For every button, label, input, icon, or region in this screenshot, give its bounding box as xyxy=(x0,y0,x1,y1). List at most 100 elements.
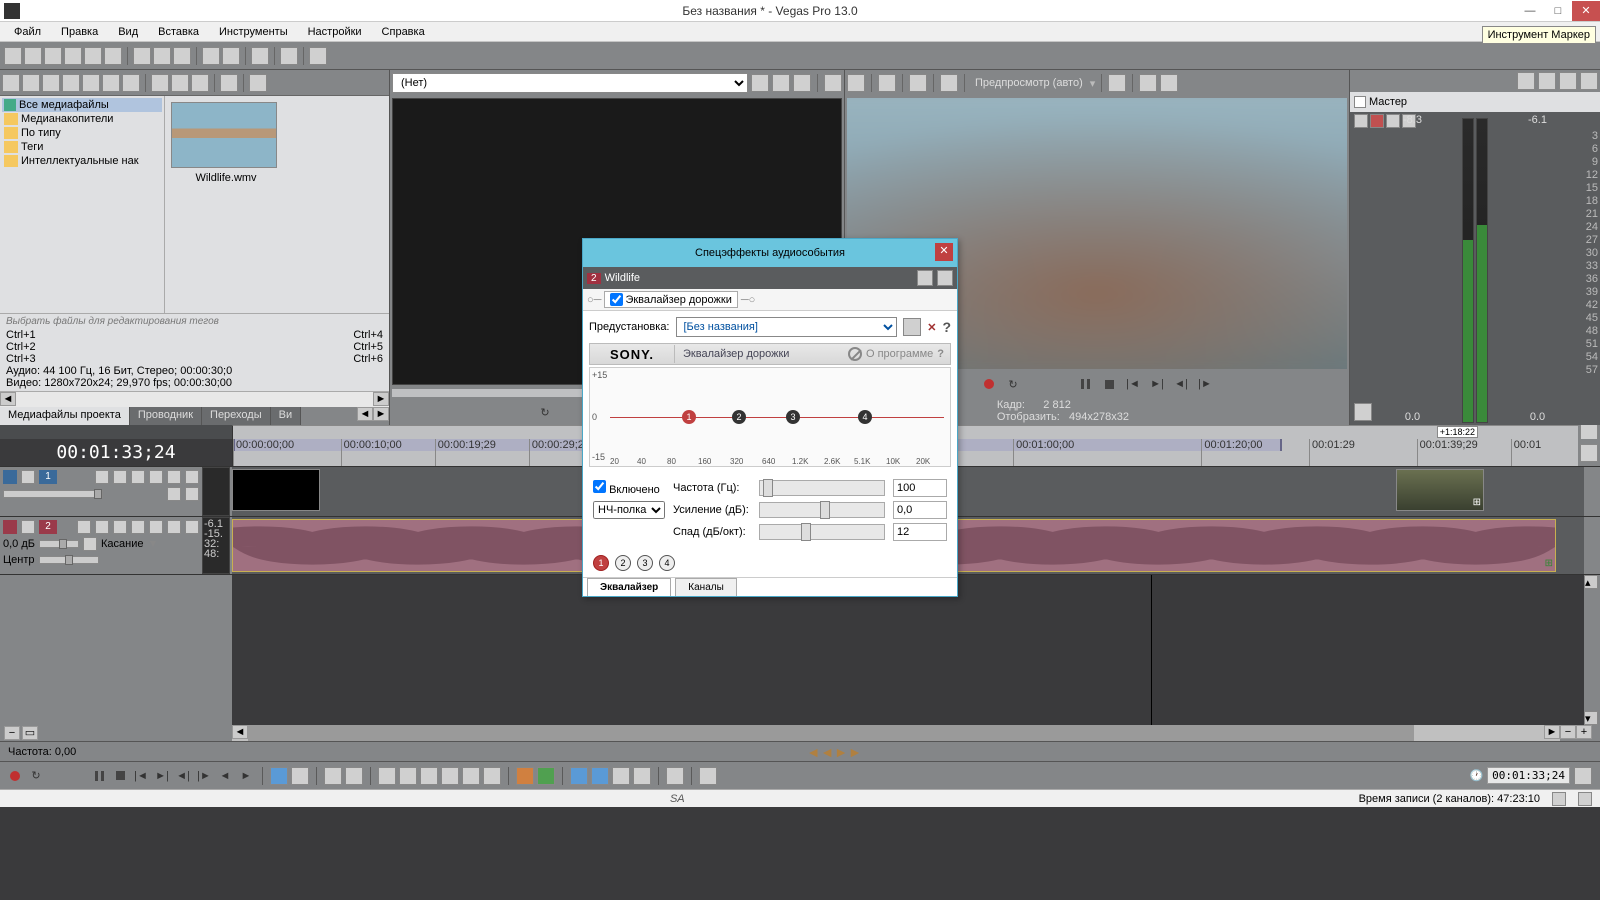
bt-record-icon[interactable] xyxy=(6,767,24,785)
explorer-scrollbar[interactable]: ◄► xyxy=(0,391,389,407)
timeline-empty[interactable] xyxy=(232,575,1584,725)
prev-save-icon[interactable] xyxy=(1160,74,1178,92)
track2-auto-icon[interactable] xyxy=(131,520,145,534)
prev-split-icon[interactable] xyxy=(940,74,958,92)
track-fx-icon[interactable] xyxy=(131,470,145,484)
plugin-tab-eq[interactable]: Эквалайзер дорожки xyxy=(604,291,737,308)
prev-fx-icon[interactable] xyxy=(909,74,927,92)
auto-icon[interactable] xyxy=(191,74,209,92)
tab-explorer[interactable]: Проводник xyxy=(130,407,202,425)
plugin-enable-checkbox[interactable] xyxy=(610,293,623,306)
play-icon[interactable] xyxy=(151,74,169,92)
media-thumbs[interactable]: Wildlife.wmv xyxy=(165,96,389,313)
slope-slider[interactable] xyxy=(759,524,885,540)
fx-icon[interactable] xyxy=(102,74,120,92)
maximize-button[interactable]: □ xyxy=(1544,1,1572,21)
track2-vol-slider[interactable] xyxy=(39,540,79,548)
eq-enabled-checkbox[interactable] xyxy=(593,480,606,493)
prev-loop-icon[interactable]: ↻ xyxy=(1004,375,1022,393)
trim-ext-icon[interactable] xyxy=(824,74,842,92)
tool-copy-icon[interactable] xyxy=(399,767,417,785)
band-btn-2[interactable]: 2 xyxy=(615,555,631,571)
bt-play-start-icon[interactable] xyxy=(48,767,66,785)
shuttle-control[interactable]: ◄◄►► xyxy=(806,744,861,760)
preset-select[interactable]: [Без названия] xyxy=(676,317,898,337)
prev-overlay-icon[interactable] xyxy=(1108,74,1126,92)
tool-snap1-icon[interactable] xyxy=(570,767,588,785)
track2-color[interactable] xyxy=(3,520,17,534)
tool-marker1-icon[interactable] xyxy=(516,767,534,785)
play-start-icon[interactable] xyxy=(560,403,578,421)
bt-loop-icon[interactable]: ↻ xyxy=(27,767,45,785)
clip-video-2[interactable]: ⊞ xyxy=(1396,469,1484,511)
tool-split-icon[interactable] xyxy=(483,767,501,785)
tool-normal-icon[interactable] xyxy=(270,767,288,785)
media-tree[interactable]: Все медиафайлы Медианакопители По типу Т… xyxy=(0,96,165,313)
bt-pause-icon[interactable] xyxy=(90,767,108,785)
paste-icon[interactable] xyxy=(173,47,191,65)
track2-input-icon[interactable] xyxy=(95,520,109,534)
trim-save-icon[interactable] xyxy=(772,74,790,92)
menu-insert[interactable]: Вставка xyxy=(148,24,209,40)
master-auto-icon[interactable] xyxy=(1559,72,1577,90)
remove-icon[interactable] xyxy=(62,74,80,92)
track2-expand-icon[interactable] xyxy=(21,520,35,534)
thumb-wildlife[interactable]: Wildlife.wmv xyxy=(171,102,281,184)
timeline-scrollbar[interactable]: ◄ ► xyxy=(232,725,1560,741)
master-checkbox[interactable] xyxy=(1354,96,1366,108)
track-motion-icon[interactable] xyxy=(113,470,127,484)
tool-snap3-icon[interactable] xyxy=(612,767,630,785)
track2-solo-icon[interactable] xyxy=(167,520,181,534)
clip-audio-fx-icon[interactable]: ⊞ xyxy=(1545,558,1553,569)
stop-icon[interactable] xyxy=(171,74,189,92)
tab-scroll-left[interactable]: ◄ xyxy=(357,407,373,421)
menu-view[interactable]: Вид xyxy=(108,24,148,40)
menu-options[interactable]: Настройки xyxy=(298,24,372,40)
tool-envelope-icon[interactable] xyxy=(291,767,309,785)
props-icon[interactable] xyxy=(82,74,100,92)
tl-zoom-in[interactable]: + xyxy=(1576,725,1592,739)
tree-type[interactable]: По типу xyxy=(2,126,162,140)
minimize-button[interactable]: — xyxy=(1516,1,1544,21)
gain-input[interactable] xyxy=(893,501,947,519)
prev-start-icon[interactable]: |◄ xyxy=(1124,375,1142,393)
help-icon[interactable] xyxy=(309,47,327,65)
bt-go-end-icon[interactable]: ►| xyxy=(153,767,171,785)
render-icon[interactable] xyxy=(64,47,82,65)
track-auto-icon[interactable] xyxy=(149,470,163,484)
clip-video-1[interactable] xyxy=(232,469,320,511)
bt-stop-icon[interactable] xyxy=(111,767,129,785)
bt-next-icon[interactable]: |► xyxy=(195,767,213,785)
tool-cut-icon[interactable] xyxy=(378,767,396,785)
track2-mode[interactable]: Касание xyxy=(101,538,143,550)
track2-fx-icon[interactable] xyxy=(113,520,127,534)
prev-ext-icon[interactable] xyxy=(878,74,896,92)
status-icon1[interactable] xyxy=(1552,792,1566,806)
bt-go-start-icon[interactable]: |◄ xyxy=(132,767,150,785)
about-link[interactable]: О программе xyxy=(866,348,933,360)
track-mute-icon[interactable] xyxy=(167,470,181,484)
tl-zoom-fit[interactable]: ▭ xyxy=(22,726,38,740)
prev-frm-fwd-icon[interactable]: |► xyxy=(1196,375,1214,393)
eq-type-select[interactable]: НЧ-полка xyxy=(593,501,665,519)
properties-icon[interactable] xyxy=(84,47,102,65)
chain-add-icon[interactable] xyxy=(917,270,933,286)
tool-trim-icon[interactable] xyxy=(462,767,480,785)
undo-icon[interactable] xyxy=(202,47,220,65)
master-dim-icon[interactable] xyxy=(1354,403,1372,421)
prev-stop-icon[interactable] xyxy=(1100,375,1118,393)
tab-transitions[interactable]: Переходы xyxy=(202,407,271,425)
new-icon[interactable] xyxy=(4,47,22,65)
menu-help[interactable]: Справка xyxy=(372,24,435,40)
tool-snap2-icon[interactable] xyxy=(591,767,609,785)
tab-scroll-right[interactable]: ► xyxy=(373,407,389,421)
track2-touch-icon[interactable] xyxy=(83,537,97,551)
bt-frm-back-icon[interactable]: ◄ xyxy=(216,767,234,785)
prev-copy-icon[interactable] xyxy=(1139,74,1157,92)
import-icon[interactable] xyxy=(2,74,20,92)
track-comp-icon[interactable] xyxy=(167,487,181,501)
prev-pause-icon[interactable] xyxy=(1076,375,1094,393)
copy-icon[interactable] xyxy=(153,47,171,65)
prev-play-icon[interactable] xyxy=(1052,375,1070,393)
track2-header[interactable]: 2 0,0 дБ Касание ▼ Центр xyxy=(0,517,232,574)
